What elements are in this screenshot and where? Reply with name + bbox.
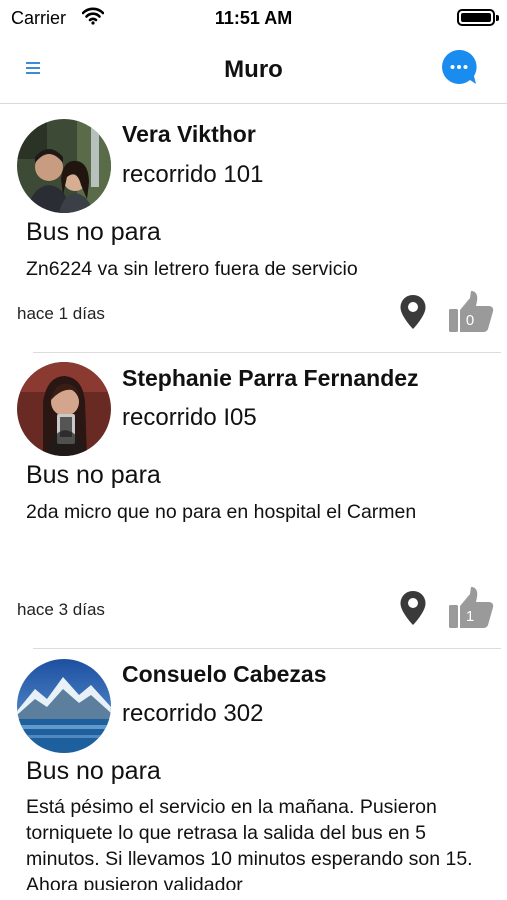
location-pin-icon[interactable] (399, 590, 427, 626)
thumbs-up-icon[interactable]: 1 (448, 586, 494, 630)
status-bar: Carrier 11:51 AM (0, 0, 507, 38)
chat-bubble-button[interactable] (441, 49, 477, 85)
like-count: 0 (466, 312, 474, 329)
post-author: Vera Vikthor (122, 121, 256, 147)
post-route: recorrido 302 (122, 700, 264, 727)
post-title: Bus no para (26, 757, 161, 785)
post-author: Stephanie Parra Fernandez (122, 365, 419, 391)
post-time-ago: hace 1 días (17, 304, 105, 323)
avatar[interactable] (17, 362, 111, 456)
post-card[interactable]: Consuelo Cabezas recorrido 302 Bus no pa… (0, 650, 507, 900)
battery-icon (457, 9, 499, 26)
post-body: Zn6224 va sin letrero fuera de servicio (26, 258, 358, 280)
avatar[interactable] (17, 659, 111, 753)
post-time-ago: hace 3 días (17, 600, 105, 619)
location-pin-icon[interactable] (399, 294, 427, 330)
page-title: Muro (224, 56, 283, 83)
status-time: 11:51 AM (214, 8, 293, 28)
post-author: Consuelo Cabezas (122, 661, 327, 687)
post-body: Está pésimo el servicio en la mañana. Pu… (26, 796, 473, 890)
like-count: 1 (466, 608, 474, 625)
post-divider (33, 648, 501, 649)
navigation-bar: Muro (0, 38, 507, 104)
post-body: 2da micro que no para en hospital el Car… (26, 501, 417, 523)
post-card[interactable]: Vera Vikthor recorrido 101 Bus no para Z… (0, 104, 507, 354)
post-card[interactable]: Stephanie Parra Fernandez recorrido I05 … (0, 354, 507, 650)
thumbs-up-icon[interactable]: 0 (448, 290, 494, 334)
post-title: Bus no para (26, 218, 161, 246)
avatar[interactable] (17, 119, 111, 213)
post-route: recorrido I05 (122, 404, 257, 431)
post-title: Bus no para (26, 461, 161, 489)
post-route: recorrido 101 (122, 161, 264, 188)
post-divider (33, 352, 501, 353)
feed-list[interactable]: Vera Vikthor recorrido 101 Bus no para Z… (0, 104, 507, 900)
